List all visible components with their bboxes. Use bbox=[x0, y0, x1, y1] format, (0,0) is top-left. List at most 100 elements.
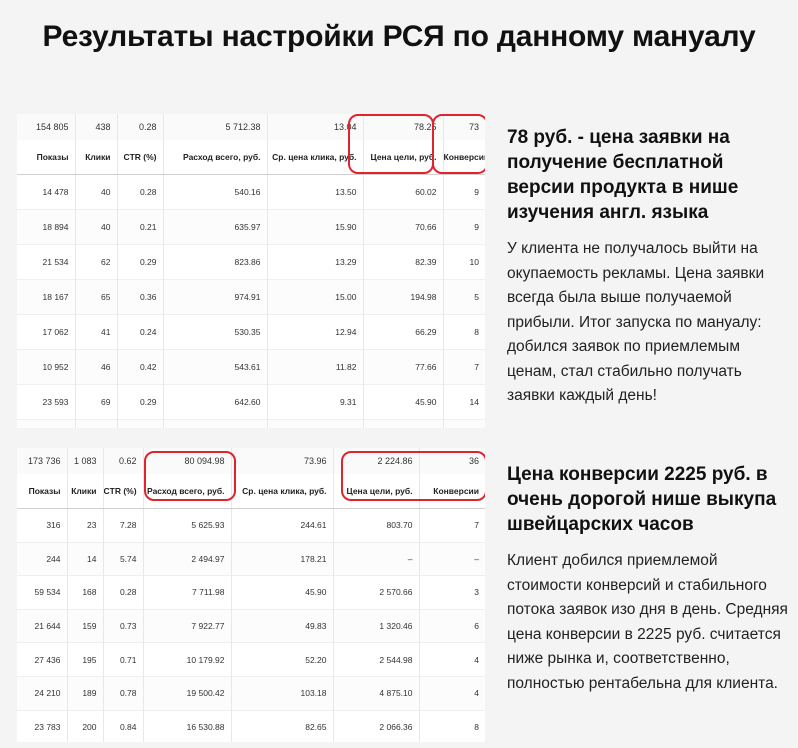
column-header: Показы bbox=[17, 140, 76, 175]
table-cell: 5.74 bbox=[103, 541, 144, 576]
table-cell: 23 593 bbox=[17, 384, 76, 420]
case-body: У клиента не получалось выйти на окупаем… bbox=[507, 240, 765, 404]
header-row: Показы Клики CTR (%) Расход всего, руб. Ср. … bbox=[17, 474, 485, 509]
results-table-english-niche: 154 805 438 0.28 5 712.38 13.04 78.25 73 Показы… bbox=[17, 114, 485, 428]
table-cell: 10 179.92 bbox=[143, 642, 232, 677]
table-cell: 62 bbox=[75, 244, 118, 280]
table-row: 14 478 40 0.28 540.16 13.50 60.02 9 bbox=[17, 174, 485, 210]
table-cell: 635.97 bbox=[163, 209, 268, 245]
table-row: 10 952 46 0.42 543.61 11.82 77.66 7 bbox=[17, 349, 485, 385]
table-cell: 543.61 bbox=[163, 349, 268, 385]
table-cell: 17 062 bbox=[17, 314, 76, 350]
table-cell: 0.28 bbox=[117, 174, 164, 210]
table-cell: 21 534 bbox=[17, 244, 76, 280]
total-cell: 173 736 bbox=[17, 448, 68, 474]
table-cell: 0.78 bbox=[103, 675, 144, 711]
table-cell: 316 bbox=[17, 508, 68, 543]
table-cell: 11.82 bbox=[267, 349, 364, 385]
table-cell: 2 544.98 bbox=[333, 642, 420, 677]
total-cell: 0.28 bbox=[117, 114, 164, 140]
table-cell: 0.21 bbox=[117, 209, 164, 245]
case-description-2: Цена конверсии 2225 руб. в очень дорогой… bbox=[507, 462, 792, 696]
page-title: Результаты настройки РСЯ по данному ману… bbox=[42, 20, 756, 53]
table-cell: 15.00 bbox=[267, 279, 364, 315]
table-cell: 60.02 bbox=[363, 174, 444, 210]
column-header: Конверсии bbox=[443, 140, 485, 175]
table-cell: 642.60 bbox=[163, 384, 268, 420]
table-cell: 65 bbox=[75, 279, 118, 315]
table-cell: 6 bbox=[419, 608, 485, 643]
table-cell: 9.31 bbox=[267, 384, 364, 420]
table-cell: 244 bbox=[17, 541, 68, 576]
table-row: 18 894 40 0.21 635.97 15.90 70.66 9 bbox=[17, 209, 485, 245]
table-cell: 530.35 bbox=[163, 314, 268, 350]
table-cell: 803.70 bbox=[333, 508, 420, 543]
table-cell: 168 bbox=[67, 575, 104, 610]
table-cell: 11 bbox=[443, 419, 485, 428]
table-row: 23 593 69 0.29 642.60 9.31 45.90 14 bbox=[17, 384, 485, 420]
table-cell: 41 bbox=[75, 314, 118, 350]
total-cell: 1 083 bbox=[67, 448, 104, 474]
table-row: 244 14 5.74 2 494.97 178.21– – bbox=[17, 541, 485, 576]
total-cell: 154 805 bbox=[17, 114, 76, 140]
case-heading: 78 руб. - цена заявки на получение беспл… bbox=[507, 127, 739, 223]
table-cell: 0.84 bbox=[103, 709, 144, 742]
table-cell: 4 bbox=[419, 642, 485, 677]
table-cell: 2 494.97 bbox=[143, 541, 232, 576]
total-cell: 78.25 bbox=[363, 114, 444, 140]
column-header: Ср. цена клика, руб. bbox=[267, 140, 364, 175]
table-cell: 974.91 bbox=[163, 279, 268, 315]
total-cell: 13.04 bbox=[267, 114, 364, 140]
table-cell: 19 500.42 bbox=[143, 675, 232, 711]
table-cell: 0.36 bbox=[117, 279, 164, 315]
table-cell: 40 bbox=[75, 209, 118, 245]
table-cell: 30 125 bbox=[17, 419, 76, 428]
table-cell: 0.71 bbox=[103, 642, 144, 677]
table-cell: – bbox=[419, 541, 485, 576]
table-row: 23 783 200 0.84 16 530.88 82.65 2 066.36 8 bbox=[17, 709, 485, 742]
column-header: Показы bbox=[17, 474, 68, 509]
table-cell: 14 478 bbox=[17, 174, 76, 210]
table-row: 18 167 65 0.36 974.91 15.00 194.98 5 bbox=[17, 279, 485, 315]
total-cell: 438 bbox=[75, 114, 118, 140]
table-cell: 9 bbox=[443, 174, 485, 210]
column-header: Клики bbox=[75, 140, 118, 175]
stats-table: 154 805 438 0.28 5 712.38 13.04 78.25 73 Показы… bbox=[17, 114, 485, 428]
table-cell: 2 066.36 bbox=[333, 709, 420, 742]
table-cell: 0.42 bbox=[117, 349, 164, 385]
table-cell: 4 bbox=[419, 675, 485, 711]
table-cell: 195 bbox=[67, 642, 104, 677]
column-header: Цена цели, руб. bbox=[333, 474, 420, 509]
table-cell: 194.98 bbox=[363, 279, 444, 315]
case-heading: Цена конверсии 2225 руб. в очень дорогой… bbox=[507, 464, 777, 535]
total-cell: 36 bbox=[419, 448, 485, 474]
table-cell: 4 875.10 bbox=[333, 675, 420, 711]
table-cell: 0.29 bbox=[117, 384, 164, 420]
total-cell: 2 224.86 bbox=[333, 448, 420, 474]
table-cell: 14 bbox=[67, 541, 104, 576]
table-cell: 13.61 bbox=[267, 419, 364, 428]
table-cell: 7.28 bbox=[103, 508, 144, 543]
table-cell: 10 bbox=[443, 244, 485, 280]
table-cell: 14 bbox=[443, 384, 485, 420]
table-cell: 8 bbox=[443, 314, 485, 350]
table-cell: 52.20 bbox=[231, 642, 334, 677]
column-header: Расход всего, руб. bbox=[163, 140, 268, 175]
table-cell: 159 bbox=[67, 608, 104, 643]
column-header: CTR (%) bbox=[103, 474, 144, 509]
table-cell: 0.25 bbox=[117, 419, 164, 428]
table-cell: 2 570.66 bbox=[333, 575, 420, 610]
table-cell: 40 bbox=[75, 174, 118, 210]
table-row: 27 436 195 0.71 10 179.92 52.20 2 544.98 4 bbox=[17, 642, 485, 677]
table-cell: – bbox=[333, 541, 420, 576]
column-header: Ср. цена клика, руб. bbox=[231, 474, 334, 509]
total-cell: 0.62 bbox=[103, 448, 144, 474]
table-cell: 1 320.46 bbox=[333, 608, 420, 643]
table-cell: 66.29 bbox=[363, 314, 444, 350]
column-header: Расход всего, руб. bbox=[143, 474, 232, 509]
table-cell: 7 bbox=[443, 349, 485, 385]
table-row: 17 062 41 0.24 530.35 12.94 66.29 8 bbox=[17, 314, 485, 350]
table-cell: 45.90 bbox=[231, 575, 334, 610]
table-cell: 18 894 bbox=[17, 209, 76, 245]
table-row: 316 23 7.28 5 625.93 244.61 803.70 7 bbox=[17, 508, 485, 543]
